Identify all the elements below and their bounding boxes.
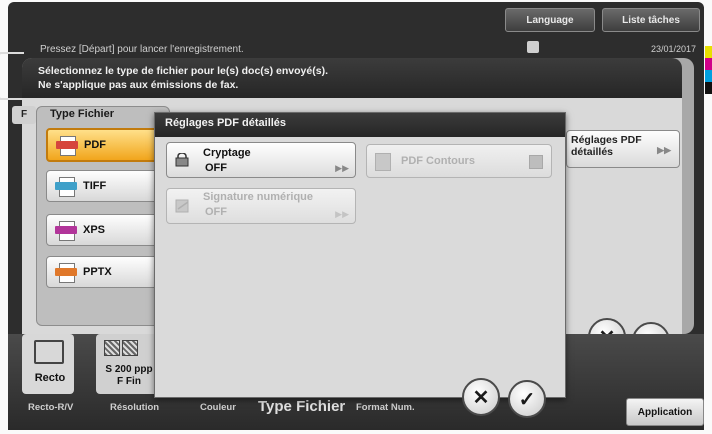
- double-arrow-icon: ▶▶: [335, 163, 349, 173]
- home-icon[interactable]: [0, 52, 24, 100]
- file-type-title: Type Fichier: [50, 108, 114, 120]
- lock-icon: [175, 153, 189, 167]
- recto-icon: [34, 340, 64, 364]
- bottom-label-file-format: Format Num.: [356, 402, 415, 413]
- language-button[interactable]: Language: [505, 8, 595, 32]
- double-arrow-icon: ▶▶: [335, 209, 349, 219]
- xps-file-icon: [55, 221, 77, 241]
- application-button[interactable]: Application: [626, 398, 704, 426]
- ok-check-icon: ✓: [518, 388, 536, 411]
- recto-label: Recto: [34, 372, 66, 384]
- memory-icon: [527, 41, 539, 53]
- modal-close-button[interactable]: ✕: [462, 378, 500, 416]
- toner-yellow-bar: [705, 46, 712, 58]
- tiff-file-icon: [55, 177, 77, 197]
- file-type-label: PPTX: [83, 266, 112, 278]
- modal-title: Réglages PDF détaillés: [155, 113, 565, 137]
- status-message: Pressez [Départ] pour lancer l'enregistr…: [40, 44, 244, 55]
- digital-signature-label: Signature numérique: [203, 191, 314, 203]
- close-icon: ✕: [472, 386, 490, 409]
- bottom-label-recto-verso: Recto-R/V: [28, 402, 74, 413]
- file-type-label: PDF: [84, 139, 106, 151]
- file-type-dialog-header: Sélectionnez le type de fichier pour le(…: [22, 58, 682, 98]
- toner-level-indicator: [705, 46, 712, 106]
- resolution-thumb-icon: [122, 340, 138, 356]
- tab-f[interactable]: F: [12, 106, 36, 124]
- task-list-button[interactable]: Liste tâches: [602, 8, 700, 32]
- toner-black-bar: [705, 82, 712, 94]
- bottom-label-file-type: Type Fichier: [258, 398, 346, 415]
- pdf-outline-checkbox: [529, 155, 543, 169]
- resolution-value-line-1: S 200 ppp: [105, 364, 153, 375]
- resolution-value-line-2: F Fin: [117, 376, 141, 387]
- modal-ok-button[interactable]: ✓: [508, 380, 546, 418]
- pdf-file-icon: [56, 136, 78, 156]
- file-type-xps-button[interactable]: XPS: [46, 214, 166, 246]
- instruction-line-1: Sélectionnez le type de fichier pour le(…: [38, 65, 328, 77]
- file-type-pptx-button[interactable]: PPTX: [46, 256, 166, 288]
- bottom-label-color: Couleur: [200, 402, 236, 413]
- file-type-tiff-button[interactable]: TIFF: [46, 170, 166, 202]
- pptx-file-icon: [55, 263, 77, 283]
- screen-capture: Language Liste tâches Pressez [Départ] p…: [0, 0, 712, 434]
- bottom-label-resolution: Résolution: [110, 402, 160, 413]
- outline-icon: [375, 153, 391, 171]
- toner-magenta-bar: [705, 58, 712, 70]
- resolution-value: S 200 ppp F Fin: [100, 364, 158, 388]
- file-type-label: XPS: [83, 224, 106, 236]
- resolution-thumb-icon: [104, 340, 120, 356]
- digital-signature-value: OFF: [205, 206, 227, 218]
- pdf-outline-button: PDF Contours: [366, 144, 552, 178]
- encryption-button[interactable]: Cryptage OFF ▶▶: [166, 142, 356, 178]
- digital-signature-button: Signature numérique OFF ▶▶: [166, 188, 356, 224]
- file-type-pdf-button[interactable]: PDF: [46, 128, 168, 162]
- double-arrow-icon: ▶▶: [657, 145, 671, 155]
- file-type-label: TIFF: [83, 180, 107, 192]
- signature-icon: [175, 199, 189, 213]
- status-date: 23/01/2017: [650, 44, 696, 54]
- encryption-value: OFF: [205, 162, 227, 174]
- encryption-label: Cryptage: [203, 147, 251, 159]
- instruction-line-2: Ne s'applique pas aux émissions de fax.: [38, 79, 239, 91]
- toner-cyan-bar: [705, 70, 712, 82]
- pdf-outline-label: PDF Contours: [401, 155, 475, 167]
- detailed-pdf-settings-button[interactable]: Réglages PDF détaillés ▶▶: [566, 130, 680, 168]
